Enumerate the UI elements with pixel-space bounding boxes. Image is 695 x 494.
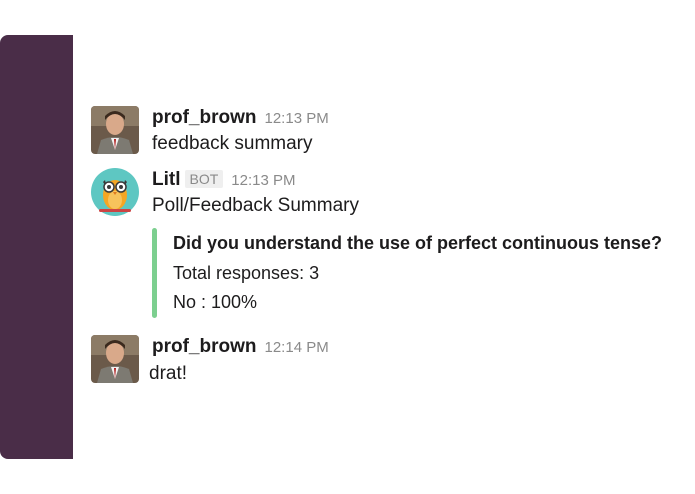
poll-total-responses: Total responses: 3 — [173, 263, 320, 283]
owl-icon — [91, 168, 139, 216]
timestamp[interactable]: 12:14 PM — [265, 339, 329, 356]
username[interactable]: Litl — [152, 169, 181, 190]
username[interactable]: prof_brown — [152, 107, 257, 128]
message-list: prof_brown 12:13 PM feedback summary Litl… — [73, 35, 695, 459]
user-photo-avatar — [91, 106, 139, 154]
user-avatar[interactable] — [91, 335, 139, 383]
poll-result: No : 100% — [173, 292, 258, 312]
poll-question: Did you understand the use of perfect co… — [173, 233, 663, 253]
message-text: drat! — [149, 363, 188, 384]
message-header: Litl BOT 12:13 PM — [152, 168, 296, 192]
timestamp[interactable]: 12:13 PM — [231, 172, 295, 189]
bot-badge: BOT — [184, 170, 224, 188]
timestamp[interactable]: 12:13 PM — [265, 110, 329, 127]
user-photo-avatar — [91, 335, 139, 383]
username[interactable]: prof_brown — [152, 336, 257, 357]
attachment-accent-bar — [152, 228, 157, 318]
message-header: prof_brown 12:14 PM — [152, 335, 329, 359]
user-avatar[interactable] — [91, 106, 139, 154]
message-header: prof_brown 12:13 PM — [152, 106, 329, 130]
bot-avatar[interactable] — [91, 168, 139, 216]
workspace-sidebar — [0, 35, 73, 459]
message-text: feedback summary — [152, 133, 313, 154]
message-text: Poll/Feedback Summary — [152, 195, 359, 216]
